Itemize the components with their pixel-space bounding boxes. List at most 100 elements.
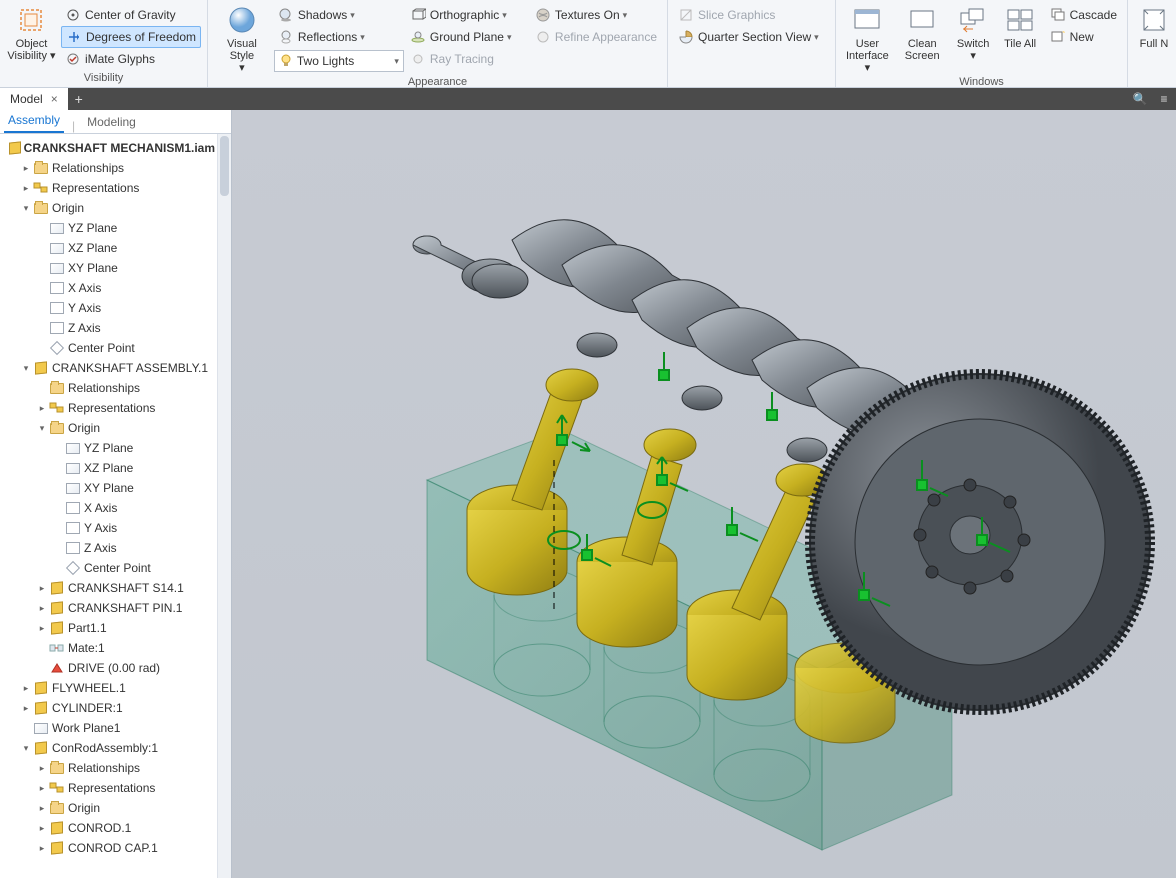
visual-style-button[interactable]: Visual Style▾: [214, 2, 270, 74]
tree-origin[interactable]: ▾Origin: [2, 198, 231, 218]
tile-all-button[interactable]: Tile All: [999, 2, 1042, 74]
slice-graphics-button[interactable]: Slice Graphics: [674, 4, 829, 26]
tree-xz-plane[interactable]: XZ Plane: [2, 238, 231, 258]
tree-crankshaft-s14[interactable]: ▸CRANKSHAFT S14.1: [2, 578, 231, 598]
3d-viewport[interactable]: [232, 110, 1176, 878]
tree-asm-center[interactable]: Center Point: [2, 558, 231, 578]
part-icon: [49, 600, 65, 616]
tree-relationships[interactable]: ▸Relationships: [2, 158, 231, 178]
ground-icon: [410, 29, 426, 45]
slice-label: Slice Graphics: [698, 8, 775, 22]
tree-asm-origin[interactable]: ▾Origin: [2, 418, 231, 438]
scrollbar-thumb[interactable]: [220, 136, 229, 196]
tree-asm-y[interactable]: Y Axis: [2, 518, 231, 538]
center-of-gravity-label: Center of Gravity: [85, 8, 176, 22]
shadows-label: Shadows: [298, 8, 347, 22]
ray-tracing-button[interactable]: Ray Tracing: [406, 48, 527, 70]
tree-asm-representations[interactable]: ▸Representations: [2, 398, 231, 418]
tree-mate1[interactable]: Mate:1: [2, 638, 231, 658]
main-area: Assembly | Modeling CRANKSHAFT MECHANISM…: [0, 110, 1176, 878]
full-label: Full N: [1140, 38, 1169, 50]
tree-conrod-rel[interactable]: ▸Relationships: [2, 758, 231, 778]
tree-conrod[interactable]: ▸CONROD.1: [2, 818, 231, 838]
user-interface-label: UserInterface ▾: [842, 38, 893, 74]
chevron-down-icon: ▾: [394, 56, 399, 67]
ribbon: ObjectVisibility ▾ Center of Gravity Deg…: [0, 0, 1176, 88]
panel-tab-model[interactable]: Model ×: [0, 88, 68, 110]
axis-icon: [49, 300, 65, 316]
new-icon: [1050, 29, 1066, 45]
shadows-button[interactable]: Shadows: [274, 4, 402, 26]
clean-screen-button[interactable]: Clean Screen: [897, 2, 948, 74]
tree-crankshaft-pin[interactable]: ▸CRANKSHAFT PIN.1: [2, 598, 231, 618]
mate-icon: [49, 640, 65, 656]
scene-render: [232, 110, 1176, 878]
cascade-button[interactable]: Cascade: [1046, 4, 1121, 26]
full-nav-button[interactable]: Full N: [1134, 2, 1174, 50]
tree-asm-relationships[interactable]: Relationships: [2, 378, 231, 398]
plane-icon: [49, 220, 65, 236]
quarter-section-button[interactable]: Quarter Section View: [674, 26, 829, 48]
degrees-of-freedom-button[interactable]: Degrees of Freedom: [61, 26, 201, 48]
orthographic-label: Orthographic: [430, 8, 499, 22]
tree-drive[interactable]: DRIVE (0.00 rad): [2, 658, 231, 678]
tree-center-point[interactable]: Center Point: [2, 338, 231, 358]
tab-modeling[interactable]: Modeling: [83, 111, 140, 133]
tree-cylinder[interactable]: ▸CYLINDER:1: [2, 698, 231, 718]
tree-workplane[interactable]: Work Plane1: [2, 718, 231, 738]
axis-icon: [49, 320, 65, 336]
lights-value: Two Lights: [297, 54, 354, 68]
tree-conrod-assembly[interactable]: ▾ConRodAssembly:1: [2, 738, 231, 758]
tree-asm-xy[interactable]: XY Plane: [2, 478, 231, 498]
tree-x-axis[interactable]: X Axis: [2, 278, 231, 298]
axis-icon: [49, 280, 65, 296]
tree-yz-plane[interactable]: YZ Plane: [2, 218, 231, 238]
reflections-button[interactable]: Reflections: [274, 26, 402, 48]
tree-asm-z[interactable]: Z Axis: [2, 538, 231, 558]
tree-part1[interactable]: ▸Part1.1: [2, 618, 231, 638]
menu-icon[interactable]: ≡: [1152, 92, 1176, 106]
textures-button[interactable]: Textures On: [531, 4, 661, 26]
point-icon: [49, 340, 65, 356]
tree-asm-xz[interactable]: XZ Plane: [2, 458, 231, 478]
tree-root[interactable]: CRANKSHAFT MECHANISM1.iam: [2, 138, 231, 158]
tree-xy-plane[interactable]: XY Plane: [2, 258, 231, 278]
switch-button[interactable]: Switch▾: [952, 2, 995, 74]
search-icon[interactable]: 🔍: [1128, 92, 1152, 106]
ray-tracing-label: Ray Tracing: [430, 52, 494, 66]
tree-scrollbar[interactable]: [217, 134, 231, 878]
tree-asm-yz[interactable]: YZ Plane: [2, 438, 231, 458]
imate-icon: [65, 51, 81, 67]
tree-conrod-cap[interactable]: ▸CONROD CAP.1: [2, 838, 231, 858]
new-window-button[interactable]: New: [1046, 26, 1121, 48]
tree-flywheel[interactable]: ▸FLYWHEEL.1: [2, 678, 231, 698]
close-icon[interactable]: ×: [51, 92, 58, 106]
user-interface-button[interactable]: UserInterface ▾: [842, 2, 893, 74]
refine-appearance-button[interactable]: Refine Appearance: [531, 26, 661, 48]
part-icon: [49, 820, 65, 836]
tree-crankshaft-assembly[interactable]: ▾CRANKSHAFT ASSEMBLY.1: [2, 358, 231, 378]
tree-representations[interactable]: ▸Representations: [2, 178, 231, 198]
plane-icon: [65, 440, 81, 456]
tree-y-axis[interactable]: Y Axis: [2, 298, 231, 318]
plane-icon: [33, 720, 49, 736]
add-panel-button[interactable]: +: [68, 91, 90, 107]
tree-conrod-origin[interactable]: ▸Origin: [2, 798, 231, 818]
object-visibility-button[interactable]: ObjectVisibility ▾: [6, 2, 57, 70]
point-icon: [65, 560, 81, 576]
folder-icon: [33, 160, 49, 176]
tree-conrod-reps[interactable]: ▸Representations: [2, 778, 231, 798]
panel-tab-bar: Model × + 🔍 ≡: [0, 88, 1176, 110]
imate-glyphs-button[interactable]: iMate Glyphs: [61, 48, 201, 70]
orthographic-button[interactable]: Orthographic: [406, 4, 527, 26]
part-icon: [49, 620, 65, 636]
tree-asm-x[interactable]: X Axis: [2, 498, 231, 518]
lights-select[interactable]: Two Lights ▾: [274, 50, 404, 72]
center-of-gravity-button[interactable]: Center of Gravity: [61, 4, 201, 26]
tab-assembly[interactable]: Assembly: [4, 110, 64, 133]
model-tree[interactable]: CRANKSHAFT MECHANISM1.iam ▸Relationships…: [0, 134, 231, 878]
dof-icon: [66, 29, 82, 45]
ground-plane-button[interactable]: Ground Plane: [406, 26, 527, 48]
part-icon: [33, 680, 49, 696]
tree-z-axis[interactable]: Z Axis: [2, 318, 231, 338]
